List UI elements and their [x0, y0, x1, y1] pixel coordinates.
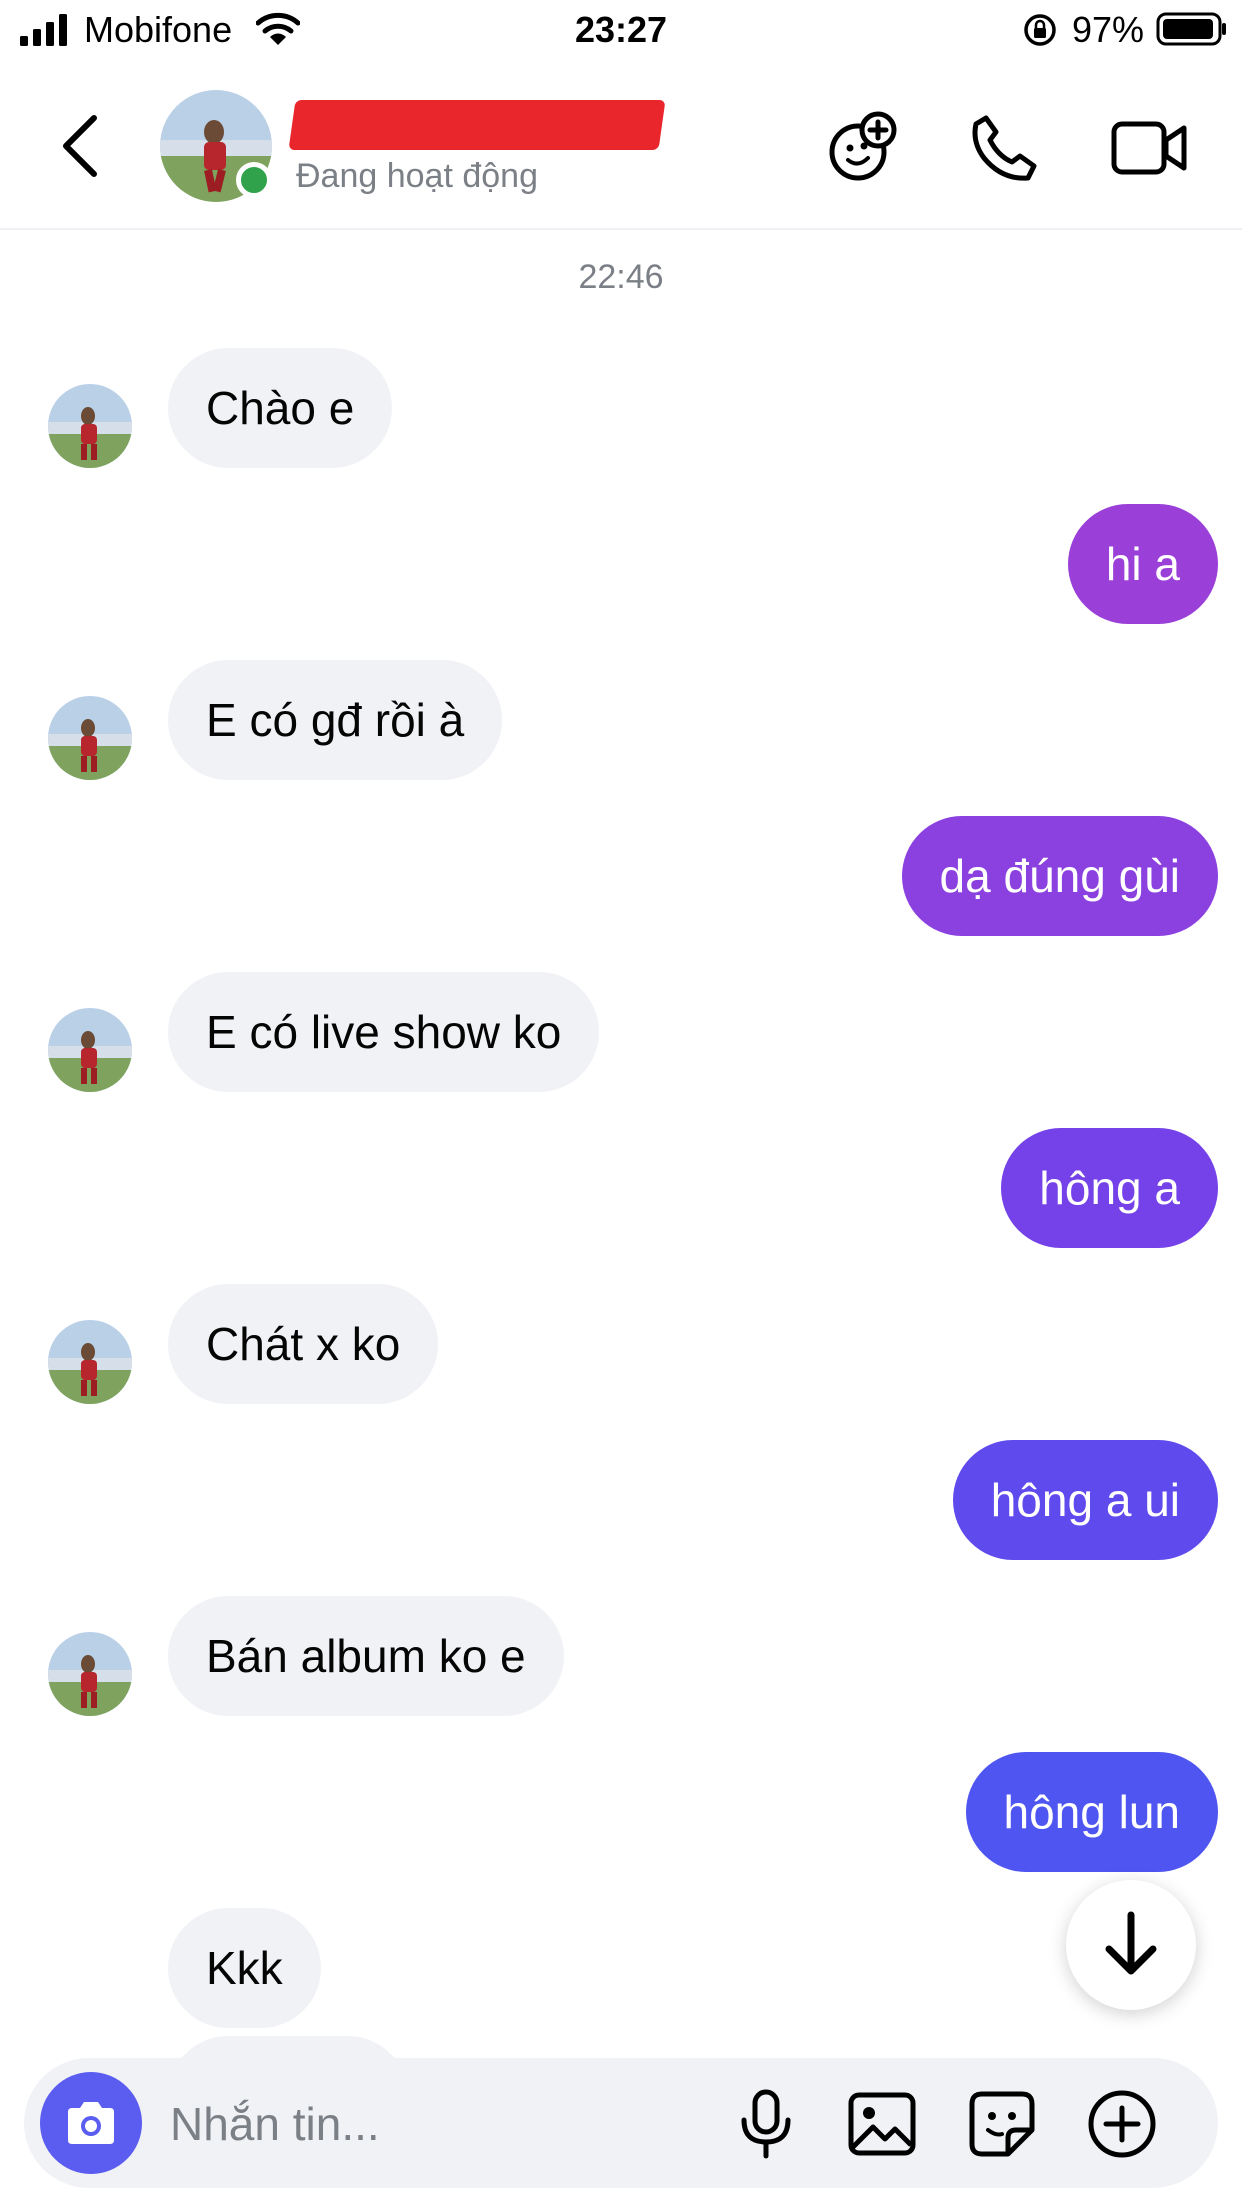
message-row: hông a	[0, 1128, 1242, 1248]
plus-circle-icon	[1088, 2090, 1156, 2158]
rotation-lock-icon	[1024, 14, 1056, 46]
redacted-contact-name	[288, 100, 666, 150]
incoming-message[interactable]: E có live show ko	[168, 972, 600, 1092]
sticker-button[interactable]	[960, 2082, 1044, 2166]
message-row: hi a	[0, 504, 1242, 624]
avatar-photo	[48, 384, 132, 468]
back-arrow-icon[interactable]	[56, 112, 104, 180]
outgoing-message[interactable]: dạ đúng gùi	[901, 816, 1218, 936]
arrow-down-icon	[1105, 1911, 1157, 1975]
message-input[interactable]	[168, 2088, 712, 2160]
contact-status: Đang hoạt động	[296, 157, 538, 195]
scroll-to-bottom-button[interactable]	[1066, 1880, 1196, 2010]
voice-call-button[interactable]	[964, 108, 1044, 188]
incoming-message[interactable]: Chào e	[168, 348, 393, 468]
camera-icon	[68, 2102, 114, 2144]
sender-avatar[interactable]	[48, 384, 132, 468]
video-camera-icon	[1111, 121, 1187, 175]
avatar-photo	[48, 1632, 132, 1716]
incoming-message[interactable]: Kkk	[168, 1908, 321, 2028]
sender-avatar[interactable]	[48, 1632, 132, 1716]
image-icon	[848, 2092, 916, 2156]
outgoing-message[interactable]: hông lun	[965, 1752, 1218, 1872]
message-row: E có live show ko	[0, 972, 1242, 1092]
sticker-effects-button[interactable]	[824, 108, 904, 188]
sender-avatar[interactable]	[48, 1008, 132, 1092]
message-row: Chát x ko	[0, 1284, 1242, 1404]
incoming-message[interactable]: Chát x ko	[168, 1284, 439, 1404]
sender-avatar[interactable]	[48, 1320, 132, 1404]
camera-button[interactable]	[40, 2072, 142, 2174]
message-row: Kkk	[0, 1908, 1242, 2028]
voice-message-button[interactable]	[724, 2082, 808, 2166]
incoming-message[interactable]: Bán album ko e	[168, 1596, 564, 1716]
battery-icon	[1156, 12, 1226, 46]
battery-percent: 97%	[1072, 9, 1145, 50]
avatar-photo	[48, 1008, 132, 1092]
message-row: Bán album ko e	[0, 1596, 1242, 1716]
more-options-button[interactable]	[1080, 2082, 1164, 2166]
message-row: E có gđ rồi à	[0, 660, 1242, 780]
message-row: hông lun	[0, 1752, 1242, 1872]
message-row: Chào e	[0, 348, 1242, 468]
status-bar: Mobifone 23:27 97%	[0, 0, 1242, 62]
outgoing-message[interactable]: hông a ui	[952, 1440, 1218, 1560]
sticker-face-icon	[829, 111, 897, 181]
incoming-message[interactable]: E có gđ rồi à	[168, 660, 503, 780]
sticker-icon	[969, 2091, 1035, 2157]
message-row: hông a ui	[0, 1440, 1242, 1560]
gallery-button[interactable]	[840, 2082, 924, 2166]
phone-icon	[972, 115, 1037, 181]
message-row: dạ đúng gùi	[0, 816, 1242, 936]
outgoing-message[interactable]: hi a	[1067, 504, 1218, 624]
online-indicator	[236, 162, 272, 198]
video-call-button[interactable]	[1110, 108, 1190, 188]
avatar-photo	[48, 1320, 132, 1404]
chat-header: Đang hoạt động	[0, 62, 1242, 230]
microphone-icon	[741, 2089, 791, 2159]
avatar-photo	[48, 696, 132, 780]
message-composer	[24, 2058, 1218, 2188]
outgoing-message[interactable]: hông a	[1001, 1128, 1218, 1248]
message-timestamp: 22:46	[578, 258, 664, 296]
sender-avatar[interactable]	[48, 696, 132, 780]
